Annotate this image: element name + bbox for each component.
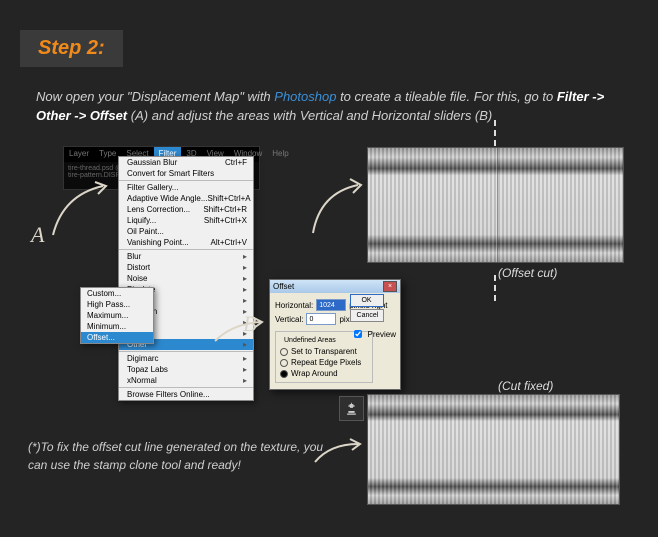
texture-cut-fixed bbox=[367, 394, 620, 505]
menu-item[interactable]: xNormal▸ bbox=[119, 375, 253, 386]
guide-line-top bbox=[494, 120, 496, 146]
texture-offset-cut bbox=[367, 147, 624, 263]
label-a: A bbox=[31, 222, 44, 248]
menu-item[interactable]: Vanishing Point...Alt+Ctrl+V bbox=[119, 237, 253, 248]
dialog-titlebar[interactable]: Offset × bbox=[270, 280, 400, 293]
radio-wrap-around[interactable]: Wrap Around bbox=[280, 368, 368, 379]
menu-item[interactable]: Noise▸ bbox=[119, 273, 253, 284]
arrow-a bbox=[48, 180, 118, 240]
caption-cut-fixed: (Cut fixed) bbox=[498, 379, 553, 393]
submenu-item[interactable]: Offset... bbox=[81, 332, 153, 343]
submenu-item[interactable]: High Pass... bbox=[81, 299, 153, 310]
menu-item[interactable]: Distort▸ bbox=[119, 262, 253, 273]
group-label: Undefined Areas bbox=[282, 337, 338, 344]
menu-item[interactable]: Browse Filters Online... bbox=[119, 389, 253, 400]
caption-offset-cut: (Offset cut) bbox=[498, 266, 557, 280]
arrow-b bbox=[212, 316, 267, 346]
other-submenu[interactable]: Custom...High Pass...Maximum...Minimum..… bbox=[80, 287, 154, 344]
dialog-title: Offset bbox=[273, 282, 294, 291]
menu-item[interactable]: Gaussian BlurCtrl+F bbox=[119, 157, 253, 168]
preview-checkbox[interactable]: Preview bbox=[350, 327, 396, 341]
horizontal-label: Horizontal: bbox=[275, 301, 313, 310]
menu-layer[interactable]: Layer bbox=[64, 147, 94, 162]
horizontal-input[interactable] bbox=[316, 299, 346, 311]
menu-item[interactable]: Blur▸ bbox=[119, 251, 253, 262]
close-icon[interactable]: × bbox=[383, 281, 397, 292]
clone-stamp-icon bbox=[339, 396, 364, 421]
preview-label: Preview bbox=[368, 330, 396, 339]
intro-part2: to create a tileable file. For this, go … bbox=[336, 89, 556, 104]
arrow-to-tex1 bbox=[308, 175, 368, 240]
menu-item[interactable]: Convert for Smart Filters bbox=[119, 168, 253, 179]
offset-dialog: Offset × Horizontal: pixels right Vertic… bbox=[269, 279, 401, 390]
menu-item[interactable]: Topaz Labs▸ bbox=[119, 364, 253, 375]
menu-item[interactable]: Adaptive Wide Angle...Shift+Ctrl+A bbox=[119, 193, 253, 204]
intro-text: Now open your "Displacement Map" with Ph… bbox=[36, 88, 626, 126]
step-badge: Step 2: bbox=[20, 30, 123, 67]
intro-part1: Now open your "Displacement Map" with bbox=[36, 89, 274, 104]
submenu-item[interactable]: Minimum... bbox=[81, 321, 153, 332]
menu-item[interactable]: Lens Correction...Shift+Ctrl+R bbox=[119, 204, 253, 215]
cancel-button[interactable]: Cancel bbox=[350, 309, 384, 322]
guide-line-bottom bbox=[494, 275, 496, 301]
submenu-item[interactable]: Custom... bbox=[81, 288, 153, 299]
arrow-to-tex2 bbox=[312, 438, 364, 468]
app-name: Photoshop bbox=[274, 89, 336, 104]
menu-item[interactable]: Liquify...Shift+Ctrl+X bbox=[119, 215, 253, 226]
filter-dropdown[interactable]: Gaussian BlurCtrl+FConvert for Smart Fil… bbox=[118, 156, 254, 401]
vertical-input[interactable] bbox=[306, 313, 336, 325]
menu-item[interactable]: Filter Gallery... bbox=[119, 182, 253, 193]
submenu-item[interactable]: Maximum... bbox=[81, 310, 153, 321]
menu-item[interactable]: Digimarc▸ bbox=[119, 353, 253, 364]
radio-repeat-edge[interactable]: Repeat Edge Pixels bbox=[280, 357, 368, 368]
radio-transparent[interactable]: Set to Transparent bbox=[280, 346, 368, 357]
footnote: (*)To fix the offset cut line generated … bbox=[28, 438, 328, 474]
menu-item[interactable]: Oil Paint... bbox=[119, 226, 253, 237]
ok-button[interactable]: OK bbox=[350, 294, 384, 307]
vertical-label: Vertical: bbox=[275, 315, 303, 324]
intro-part3: (A) and adjust the areas with Vertical a… bbox=[127, 108, 492, 123]
menu-help[interactable]: Help bbox=[267, 147, 293, 162]
